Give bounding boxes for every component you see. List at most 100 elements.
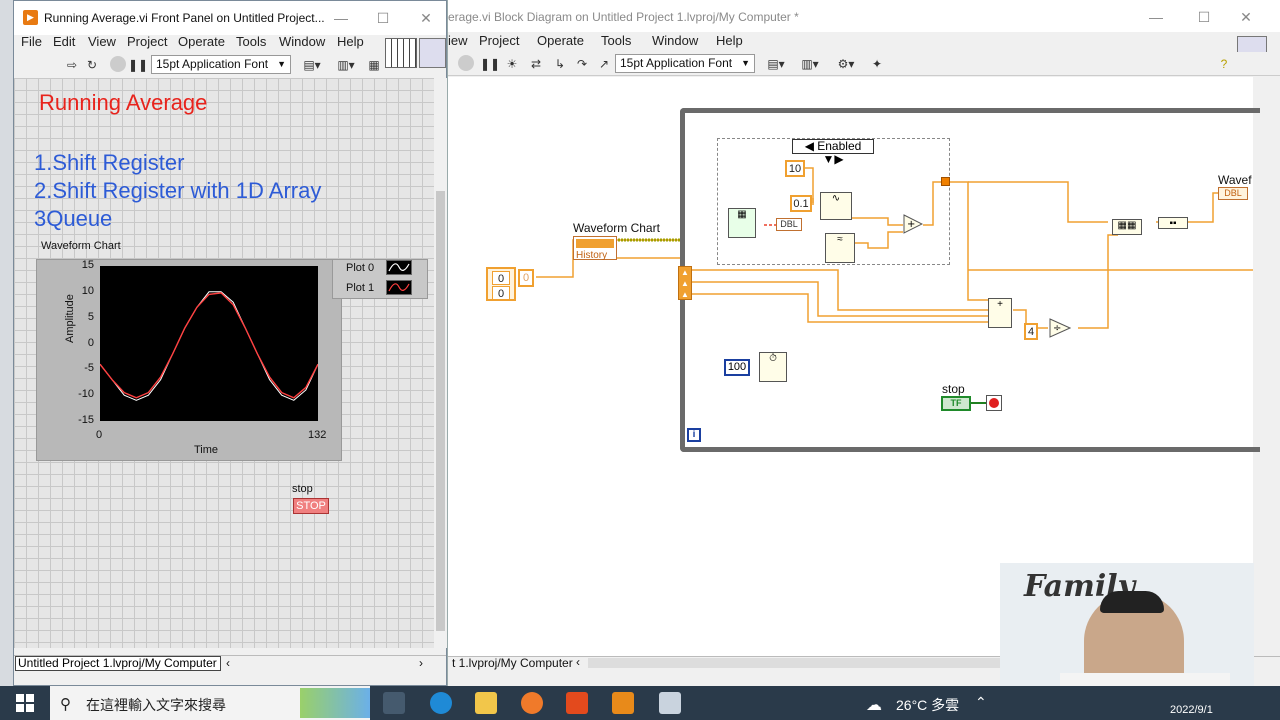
abort-icon[interactable]	[110, 56, 126, 72]
chevron-down-icon: ▼	[277, 59, 286, 69]
add-function-icon[interactable]: +	[903, 214, 924, 234]
presenter-hair	[1100, 591, 1164, 613]
cloud-icon: ☁	[866, 697, 882, 714]
constant-10[interactable]: 10	[785, 160, 805, 177]
save-disk-icon[interactable]	[659, 692, 681, 714]
legend-plot-0-label: Plot 0	[346, 262, 375, 274]
stop-button[interactable]: STOP	[293, 498, 329, 514]
legend-plot-0-swatch[interactable]	[386, 260, 412, 275]
bundle-icon[interactable]: ▪▪	[1158, 217, 1188, 229]
chart-history-label: History	[576, 250, 608, 261]
series-line-plot-0	[99, 291, 319, 401]
build-array-icon[interactable]: ▦▦	[1112, 219, 1142, 235]
search-highlight-image	[300, 688, 370, 718]
waveform-chart-label: Waveform Chart	[41, 240, 121, 252]
waveform-chart-plot-area[interactable]	[99, 266, 319, 421]
vi-icon[interactable]	[419, 38, 446, 68]
bd-stop-label: stop	[942, 382, 965, 396]
minimize-icon[interactable]: —	[330, 7, 352, 29]
fp-menu-operate[interactable]: Operate	[178, 34, 225, 49]
y-tick-label: 15	[81, 259, 94, 271]
chart-svg	[99, 291, 319, 401]
pause-icon[interactable]: ❚❚	[128, 57, 148, 73]
run-continuously-icon[interactable]: ↻	[84, 57, 100, 73]
constant-100[interactable]: 100	[724, 359, 750, 376]
array-element-1[interactable]: 0	[492, 286, 510, 300]
firefox-icon[interactable]	[521, 692, 543, 714]
y-tick-label: -5	[84, 362, 94, 375]
stop-boolean-terminal[interactable]: TF	[941, 396, 971, 411]
simulate-signal-icon[interactable]: ∿	[820, 192, 852, 220]
divide-function-icon[interactable]: ÷	[1049, 318, 1072, 338]
maximize-icon[interactable]: ☐	[372, 7, 394, 29]
bd-status-path: t 1.lvproj/My Computer	[452, 656, 573, 670]
fp-vertical-scrollbar[interactable]	[434, 78, 447, 648]
windows-start-icon[interactable]	[16, 694, 34, 712]
fp-menu-project[interactable]: Project	[127, 34, 167, 49]
compound-add-icon[interactable]: +	[988, 298, 1012, 328]
waveform-chart-terminal[interactable]: History	[573, 236, 617, 261]
array-constant[interactable]: 0 0	[486, 267, 516, 301]
task-view-icon[interactable]	[383, 692, 405, 714]
bd-waveform-chart-label: Waveform Chart	[573, 221, 660, 235]
resize-objects-icon[interactable]: ▦	[366, 57, 382, 73]
fp-menu-window[interactable]: Window	[279, 34, 325, 49]
chevron-left-icon[interactable]: ‹	[226, 656, 230, 670]
fp-scroll-thumb[interactable]	[436, 191, 445, 631]
weather-text[interactable]: 26°C 多雲	[896, 695, 959, 715]
noise-generator-icon[interactable]: ≈	[825, 233, 855, 263]
file-explorer-icon[interactable]	[475, 692, 497, 714]
align-objects-icon[interactable]: ▤▾	[300, 57, 324, 73]
x-axis-label: Time	[194, 444, 219, 456]
taskbar-search-placeholder: 在這裡輸入文字來搜尋	[86, 697, 226, 713]
fp-font-selector[interactable]: 15pt Application Font ▼	[151, 55, 291, 74]
fp-window-title: Running Average.vi Front Panel on Untitl…	[44, 11, 325, 25]
edge-browser-icon[interactable]	[430, 692, 452, 714]
wait-ms-icon[interactable]: ⏱	[759, 352, 787, 382]
fp-menu-help[interactable]: Help	[337, 34, 364, 49]
enabled-selector-label: Enabled	[817, 139, 862, 153]
connector-pane-icon[interactable]	[385, 38, 417, 68]
tunnel-icon	[941, 177, 950, 186]
chart-terminal-bar	[576, 239, 614, 248]
y-tick-label: -15	[78, 414, 94, 426]
chevron-left-icon[interactable]: ‹	[576, 655, 580, 669]
loop-iteration-terminal[interactable]: i	[687, 428, 701, 442]
taskbar-date[interactable]: 2022/9/1	[1170, 704, 1213, 716]
office-icon[interactable]	[566, 692, 588, 714]
page-title: Running Average	[39, 90, 208, 115]
loop-condition-terminal[interactable]	[986, 395, 1002, 411]
run-arrow-icon[interactable]: ⇨	[64, 57, 80, 73]
windows-taskbar: ⚲ 在這裡輸入文字來搜尋 ☁ 26°C 多雲 ⌃ 2022/9/1	[0, 686, 1280, 720]
fp-menu-tools[interactable]: Tools	[236, 34, 266, 49]
fp-menu-edit[interactable]: Edit	[53, 34, 75, 49]
y-tick-label: -10	[78, 388, 94, 401]
webcam-overlay: Family	[1000, 563, 1254, 706]
distribute-objects-icon[interactable]: ▥▾	[334, 57, 358, 73]
front-panel-window: ▶ Running Average.vi Front Panel on Unti…	[13, 0, 447, 686]
loop-i-label: i	[692, 429, 696, 440]
fp-menu-file[interactable]: File	[21, 34, 42, 49]
close-icon[interactable]: ✕	[415, 7, 437, 29]
series-line-plot-1	[99, 292, 319, 399]
enabled-selector[interactable]: ◀ Enabled ▼▶	[792, 139, 874, 166]
random-number-icon[interactable]: ▦	[728, 208, 756, 238]
waveform-dbl-terminal[interactable]: DBL	[1218, 187, 1248, 200]
x-tick-0: 0	[96, 429, 103, 441]
labview-taskbar-icon[interactable]	[612, 692, 634, 714]
legend-plot-1-swatch[interactable]	[386, 280, 412, 295]
constant-4[interactable]: 4	[1024, 323, 1038, 340]
fp-menu-view[interactable]: View	[88, 34, 116, 49]
fp-font-selector-label: 15pt Application Font	[156, 57, 269, 71]
array-element-0[interactable]: 0	[492, 271, 510, 285]
array-index-constant[interactable]: 0	[518, 269, 534, 287]
constant-0-1[interactable]: 0.1	[790, 195, 812, 212]
topic-item-1: 1.Shift Register	[34, 150, 185, 175]
dbl-indicator[interactable]: DBL	[776, 218, 802, 231]
fp-status-path[interactable]: Untitled Project 1.lvproj/My Computer	[15, 656, 221, 671]
chevron-up-icon[interactable]: ⌃	[975, 694, 987, 711]
chevron-right-icon[interactable]: ›	[419, 656, 423, 670]
y-axis-label: Amplitude	[64, 294, 76, 343]
shift-register-left[interactable]: ▲ ▲ ▲	[678, 266, 692, 300]
stop-condition-icon	[989, 398, 999, 408]
